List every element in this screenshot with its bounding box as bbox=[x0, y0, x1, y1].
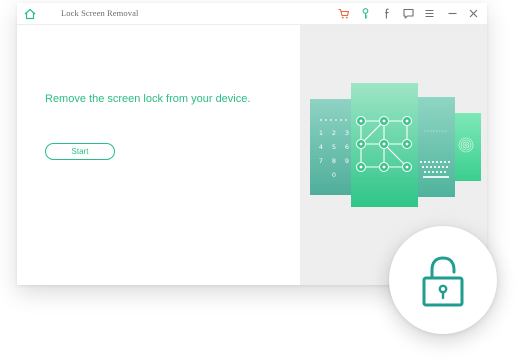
menu-icon[interactable] bbox=[423, 7, 436, 20]
keypad-digit: 9 bbox=[345, 157, 349, 165]
keypad-digit: 8 bbox=[332, 157, 336, 165]
app-title: Lock Screen Removal bbox=[61, 8, 139, 18]
password-keyboard-screen bbox=[417, 97, 455, 197]
start-button[interactable]: Start bbox=[45, 143, 115, 160]
keypad-digit: 1 bbox=[319, 129, 323, 137]
main-headline: Remove the screen lock from your device. bbox=[45, 93, 251, 105]
minimize-icon[interactable] bbox=[446, 7, 459, 20]
phone-screens-illustration: 1 2 3 4 5 6 7 8 9 0 bbox=[310, 83, 481, 207]
title-bar: Lock Screen Removal bbox=[17, 3, 487, 25]
home-icon[interactable] bbox=[23, 7, 37, 21]
keypad-digit: 5 bbox=[332, 143, 336, 151]
pin-keypad-screen: 1 2 3 4 5 6 7 8 9 0 bbox=[310, 99, 358, 195]
keypad-digit: 0 bbox=[332, 171, 336, 179]
feedback-icon[interactable] bbox=[402, 7, 415, 20]
keypad-digit: 4 bbox=[319, 143, 323, 151]
pattern-lock-screen bbox=[351, 83, 418, 207]
keypad-digit: 6 bbox=[345, 143, 349, 151]
lock-badge bbox=[389, 226, 497, 334]
facebook-icon[interactable] bbox=[381, 7, 394, 20]
key-icon[interactable] bbox=[359, 7, 372, 20]
unlock-icon bbox=[422, 256, 464, 307]
fingerprint-screen bbox=[453, 113, 481, 181]
cart-icon[interactable] bbox=[337, 7, 350, 20]
keypad-digit: 2 bbox=[332, 129, 336, 137]
keypad-digit: 3 bbox=[345, 129, 349, 137]
keypad-digit: 7 bbox=[319, 157, 323, 165]
close-icon[interactable] bbox=[467, 7, 480, 20]
